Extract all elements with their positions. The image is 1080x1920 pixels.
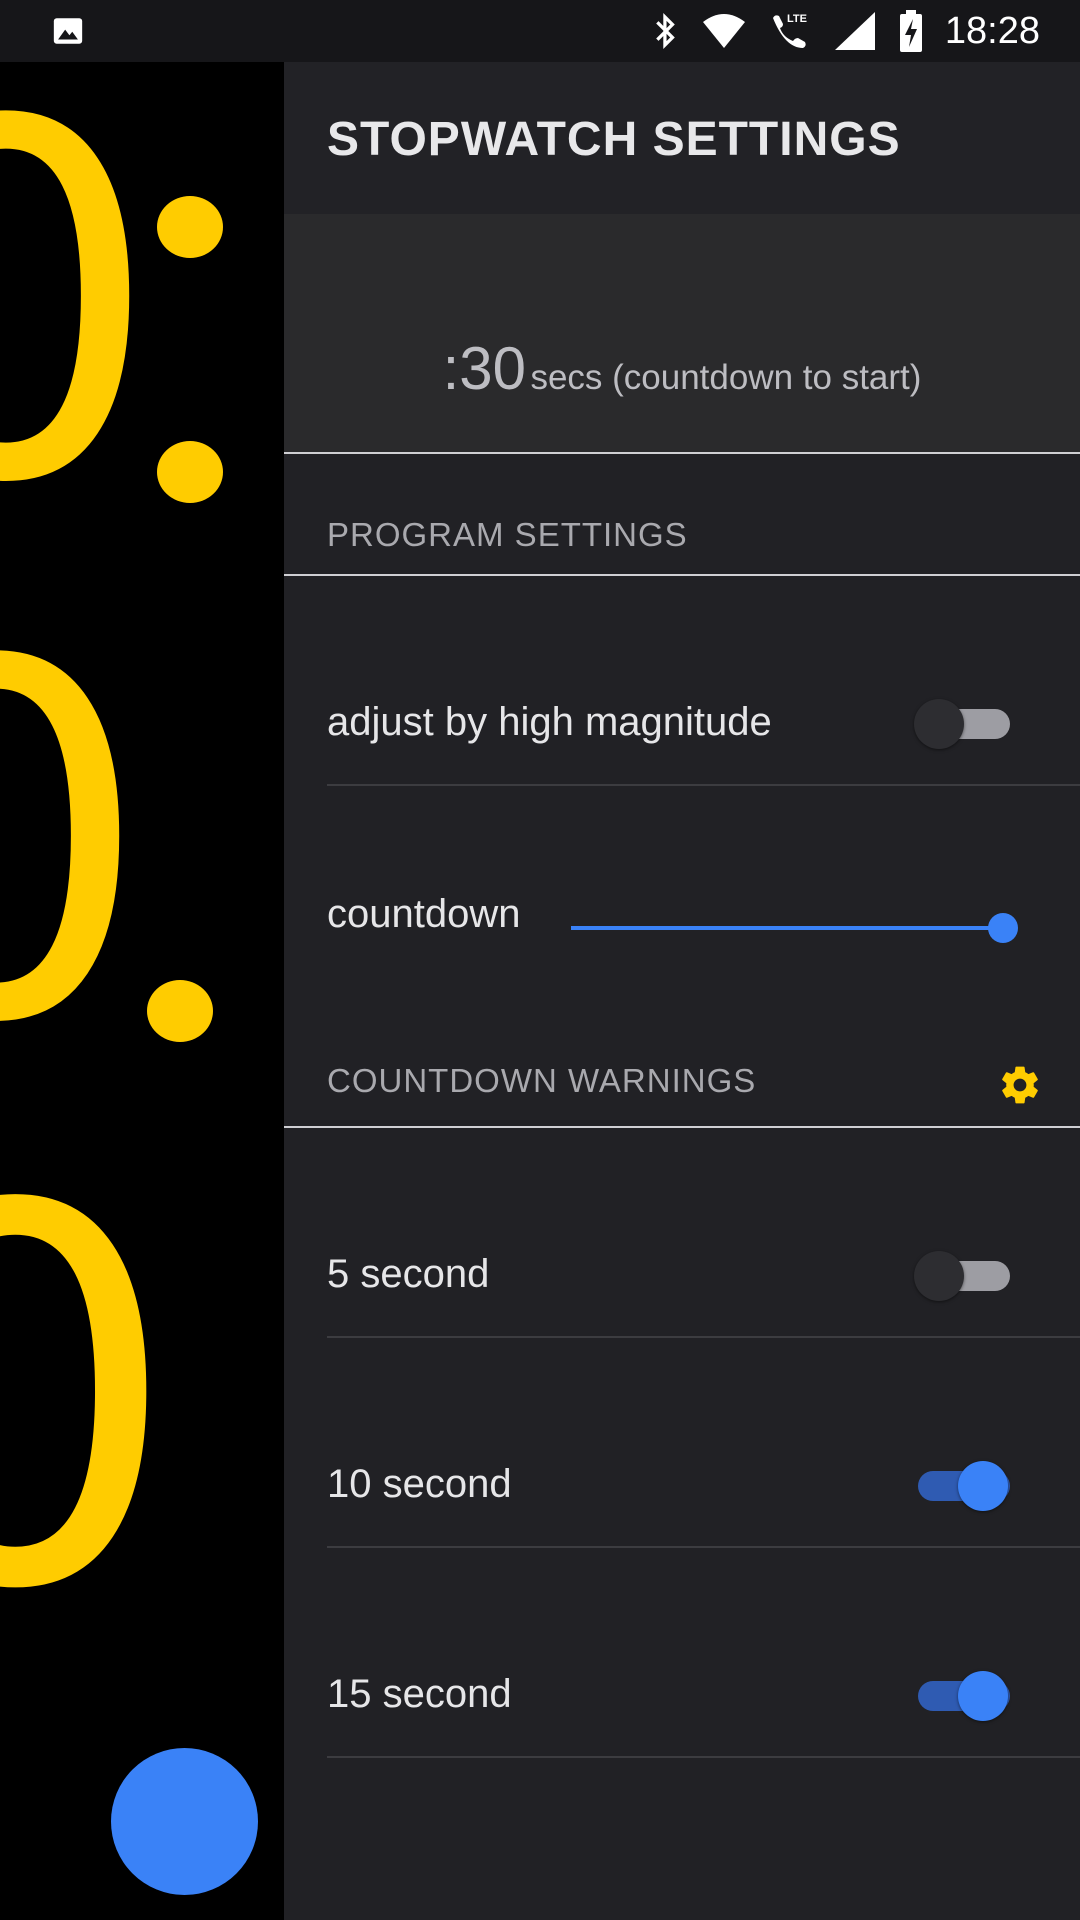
section-header-program-settings: PROGRAM SETTINGS — [327, 516, 688, 553]
lte-call-icon: LTE — [772, 13, 807, 49]
decimal-dot — [147, 980, 213, 1042]
bluetooth-icon — [656, 12, 675, 50]
toggle-thumb[interactable] — [958, 1461, 1008, 1511]
row-divider — [327, 1756, 1080, 1758]
warning-15-second-toggle[interactable] — [914, 1665, 1012, 1725]
section-header-countdown-warnings: COUNTDOWN WARNINGS — [327, 1062, 757, 1099]
adjust-high-magnitude-toggle[interactable] — [914, 693, 1012, 753]
wifi-icon — [702, 14, 745, 48]
warning-10-second-label: 10 second — [327, 1462, 512, 1506]
stopwatch-display: 0 0 0 — [0, 0, 284, 1920]
countdown-slider[interactable] — [571, 913, 1018, 943]
status-bar: LTE 18:28 — [0, 0, 1080, 62]
warning-15-second-label: 15 second — [327, 1672, 512, 1716]
section-divider — [284, 1126, 1080, 1128]
row-divider — [327, 1336, 1080, 1338]
warning-5-second-toggle[interactable] — [914, 1245, 1012, 1305]
warning-10-second-toggle[interactable] — [914, 1455, 1012, 1515]
drawer-header: STOPWATCH SETTINGS — [284, 62, 1080, 214]
countdown-value: :30 — [442, 335, 526, 402]
settings-drawer: STOPWATCH SETTINGS :30 secs (countdown t… — [284, 62, 1080, 1920]
slider-handle[interactable] — [988, 913, 1018, 943]
countdown-suffix: secs (countdown to start) — [530, 358, 922, 397]
toggle-thumb[interactable] — [958, 1671, 1008, 1721]
stopwatch-digit-seconds: 0 — [0, 1097, 181, 1703]
stopwatch-digit-minutes: 0 — [0, 600, 152, 1090]
toggle-thumb[interactable] — [914, 699, 964, 749]
slider-track — [571, 926, 1003, 930]
adjust-high-magnitude-label: adjust by high magnitude — [327, 700, 772, 744]
row-divider — [327, 784, 1080, 786]
warning-5-second-label: 5 second — [327, 1252, 490, 1296]
section-divider — [284, 574, 1080, 576]
gear-icon[interactable] — [998, 1063, 1042, 1107]
signal-icon — [834, 12, 875, 50]
clock: 18:28 — [944, 9, 1040, 52]
colon-dot-bottom — [157, 441, 223, 503]
svg-text:LTE: LTE — [787, 13, 807, 25]
countdown-panel: :30 secs (countdown to start) — [284, 214, 1080, 454]
colon-dot-top — [157, 196, 223, 258]
toggle-thumb[interactable] — [914, 1251, 964, 1301]
drawer-title: STOPWATCH SETTINGS — [327, 113, 901, 166]
image-icon — [53, 18, 83, 44]
row-divider — [327, 1546, 1080, 1548]
battery-charging-icon — [899, 10, 922, 52]
stopwatch-digit-hours: 0 — [0, 19, 162, 590]
countdown-label: countdown — [327, 892, 521, 936]
start-button[interactable] — [111, 1748, 258, 1895]
countdown-display: :30 secs (countdown to start) — [284, 334, 1080, 403]
